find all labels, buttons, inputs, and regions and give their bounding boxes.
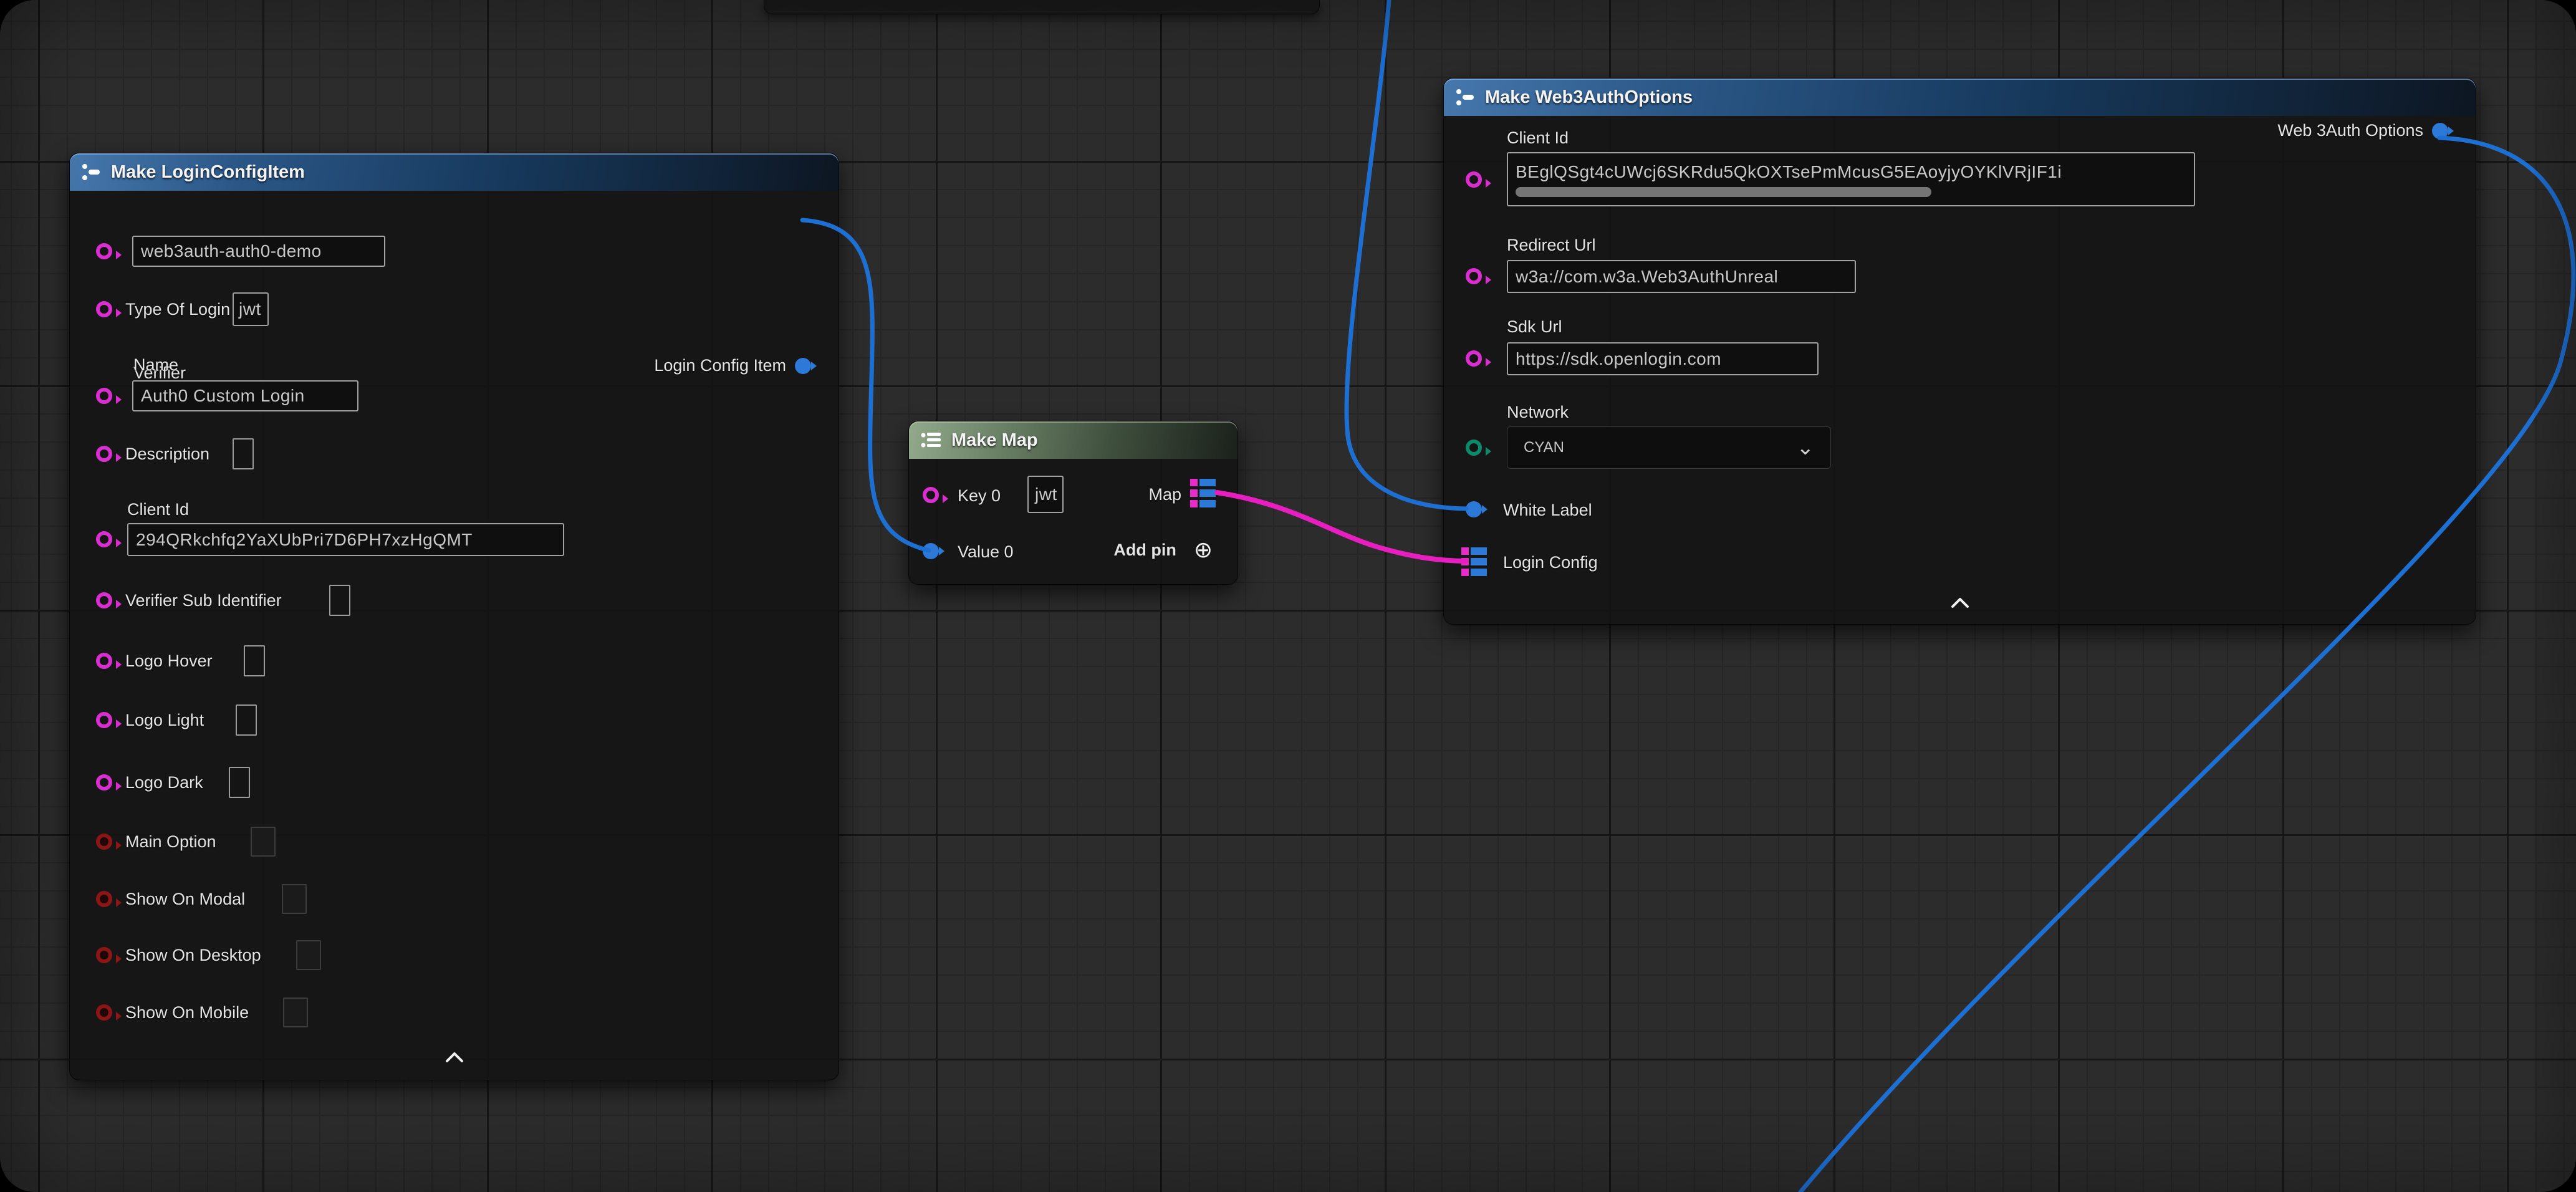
- add-pin-icon: ⊕: [1194, 539, 1213, 561]
- login-config-label: Login Config: [1503, 553, 1598, 572]
- node-header-make-map[interactable]: Make Map: [909, 421, 1238, 459]
- input-pin-show-on-modal[interactable]: [96, 891, 112, 907]
- logo-dark-input[interactable]: [229, 767, 250, 798]
- make-struct-icon: [81, 161, 102, 183]
- input-pin-key0[interactable]: [923, 487, 939, 503]
- blueprint-graph-canvas[interactable]: Make LoginConfigItem Login Config Item V…: [0, 0, 2576, 1192]
- description-input[interactable]: [233, 438, 254, 469]
- main-option-checkbox[interactable]: [251, 827, 276, 857]
- pin-row-login-config-item-out[interactable]: Login Config Item: [654, 356, 811, 375]
- node-title: Make LoginConfigItem: [111, 162, 305, 183]
- client-id-input[interactable]: BEglQSgt4cUWcj6SKRdu5QkOXTsePmMcusG5EAoy…: [1507, 152, 2195, 206]
- input-pin-verifier[interactable]: [96, 243, 112, 259]
- key0-input[interactable]: jwt: [1027, 476, 1064, 513]
- description-label: Description: [125, 445, 209, 464]
- output-pin-login-config-item[interactable]: [795, 358, 811, 374]
- input-pin-client-id[interactable]: [96, 531, 112, 547]
- input-pin-show-on-mobile[interactable]: [96, 1004, 112, 1021]
- pin-row-web3auth-options-out[interactable]: Web 3Auth Options: [2277, 121, 2448, 140]
- node-make-map[interactable]: Make Map Key 0 jwt Map Value 0 Add pin ⊕: [908, 421, 1238, 585]
- show-on-modal-checkbox[interactable]: [282, 884, 307, 914]
- wire-map-to-login-config[interactable]: [1217, 493, 1466, 561]
- node-title: Make Web3AuthOptions: [1485, 87, 1693, 108]
- client-id-input[interactable]: 294QRkchfq2YaXUbPri7D6PH7xzHgQMT: [127, 523, 564, 556]
- show-on-modal-label: Show On Modal: [125, 890, 245, 909]
- input-pin-client-id[interactable]: [1466, 171, 1482, 188]
- client-id-label: Client Id: [127, 500, 189, 519]
- input-pin-sdk-url[interactable]: [1466, 350, 1482, 367]
- make-struct-icon: [1455, 87, 1476, 108]
- input-pin-show-on-desktop[interactable]: [96, 947, 112, 963]
- show-on-mobile-label: Show On Mobile: [125, 1003, 249, 1022]
- logo-hover-label: Logo Hover: [125, 651, 213, 671]
- show-on-mobile-checkbox[interactable]: [283, 997, 308, 1027]
- main-option-label: Main Option: [125, 832, 216, 852]
- verifier-input[interactable]: web3auth-auth0-demo: [132, 236, 385, 267]
- logo-dark-label: Logo Dark: [125, 773, 203, 792]
- network-label: Network: [1507, 403, 1569, 422]
- collapse-chevron-icon[interactable]: [1949, 597, 1971, 609]
- sdk-url-label: Sdk Url: [1507, 317, 1562, 337]
- name-label: Name: [133, 355, 178, 375]
- input-pin-value0[interactable]: [923, 543, 939, 559]
- show-on-desktop-label: Show On Desktop: [125, 946, 261, 965]
- input-pin-main-option[interactable]: [96, 834, 112, 850]
- value0-label: Value 0: [958, 542, 1014, 562]
- input-pin-network[interactable]: [1466, 440, 1482, 456]
- node-header-make-loginconfigitem[interactable]: Make LoginConfigItem: [70, 153, 839, 191]
- input-pin-logo-light[interactable]: [96, 712, 112, 728]
- node-make-loginconfigitem[interactable]: Make LoginConfigItem Login Config Item V…: [69, 153, 839, 1080]
- make-map-icon: [920, 430, 943, 451]
- client-id-label: Client Id: [1507, 128, 1569, 148]
- add-pin-label: Add pin: [1113, 541, 1176, 560]
- name-input[interactable]: Auth0 Custom Login: [132, 380, 358, 411]
- network-selected-value: CYAN: [1524, 439, 1564, 456]
- logo-light-input[interactable]: [236, 704, 257, 736]
- pin-label: Login Config Item: [654, 356, 786, 375]
- input-pin-logo-hover[interactable]: [96, 653, 112, 669]
- logo-light-label: Logo Light: [125, 711, 204, 730]
- input-pin-redirect-url[interactable]: [1466, 268, 1482, 284]
- sdk-url-input[interactable]: https://sdk.openlogin.com: [1507, 342, 1819, 375]
- logo-hover-input[interactable]: [244, 645, 265, 676]
- client-id-scrollbar[interactable]: [1516, 187, 1931, 197]
- output-pin-web3auth-options[interactable]: [2432, 123, 2448, 139]
- collapse-chevron-icon[interactable]: [443, 1051, 466, 1064]
- node-header-make-web3authoptions[interactable]: Make Web3AuthOptions: [1444, 79, 2476, 116]
- input-pin-description[interactable]: [96, 446, 112, 462]
- input-pin-verifier-sub-identifier[interactable]: [96, 592, 112, 608]
- key0-label: Key 0: [958, 486, 1001, 506]
- white-label-label: White Label: [1503, 501, 1592, 520]
- show-on-desktop-checkbox[interactable]: [296, 940, 321, 970]
- verifier-sub-identifier-input[interactable]: [329, 585, 350, 616]
- input-pin-login-config[interactable]: [1461, 547, 1487, 576]
- redirect-url-input[interactable]: w3a://com.w3a.Web3AuthUnreal: [1507, 260, 1856, 293]
- redirect-url-label: Redirect Url: [1507, 236, 1596, 255]
- input-pin-logo-dark[interactable]: [96, 774, 112, 791]
- map-out-label: Map: [1148, 485, 1181, 504]
- input-pin-white-label[interactable]: [1466, 501, 1482, 517]
- blueprint-editor-window: Make LoginConfigItem Login Config Item V…: [0, 0, 2576, 1192]
- verifier-sub-identifier-label: Verifier Sub Identifier: [125, 591, 282, 610]
- node-title: Make Map: [951, 430, 1038, 451]
- add-pin-button[interactable]: Add pin ⊕: [1113, 539, 1213, 561]
- node-make-web3authoptions[interactable]: Make Web3AuthOptions Web 3Auth Options C…: [1443, 78, 2476, 625]
- network-dropdown[interactable]: CYAN ⌄: [1507, 426, 1831, 469]
- type-of-login-label: Type Of Login: [125, 300, 230, 319]
- pin-label: Web 3Auth Options: [2277, 121, 2423, 140]
- input-pin-name[interactable]: [96, 388, 112, 404]
- type-of-login-input[interactable]: jwt: [233, 292, 269, 326]
- offscreen-node-edge: [764, 0, 1320, 14]
- client-id-text: BEglQSgt4cUWcj6SKRdu5QkOXTsePmMcusG5EAoy…: [1516, 162, 2062, 182]
- output-pin-map[interactable]: [1190, 479, 1216, 507]
- input-pin-type-of-login[interactable]: [96, 301, 112, 317]
